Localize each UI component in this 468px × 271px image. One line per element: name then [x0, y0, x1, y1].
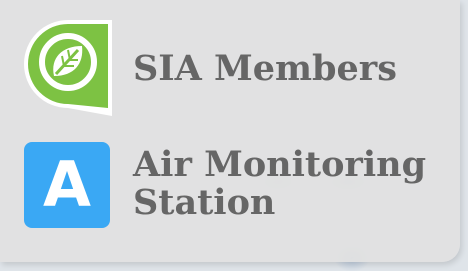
legend-label-air-monitoring-station: Air Monitoring Station	[133, 146, 426, 222]
legend-label-line-2: Station	[133, 182, 276, 223]
legend-label-sia-members: SIA Members	[133, 48, 397, 89]
legend-label-line-1: Air Monitoring	[133, 144, 427, 185]
leaf-icon	[24, 20, 112, 116]
map-legend: SIA Members A Air Monitoring Station	[0, 0, 460, 262]
air-monitoring-station-icon: A	[24, 142, 110, 228]
